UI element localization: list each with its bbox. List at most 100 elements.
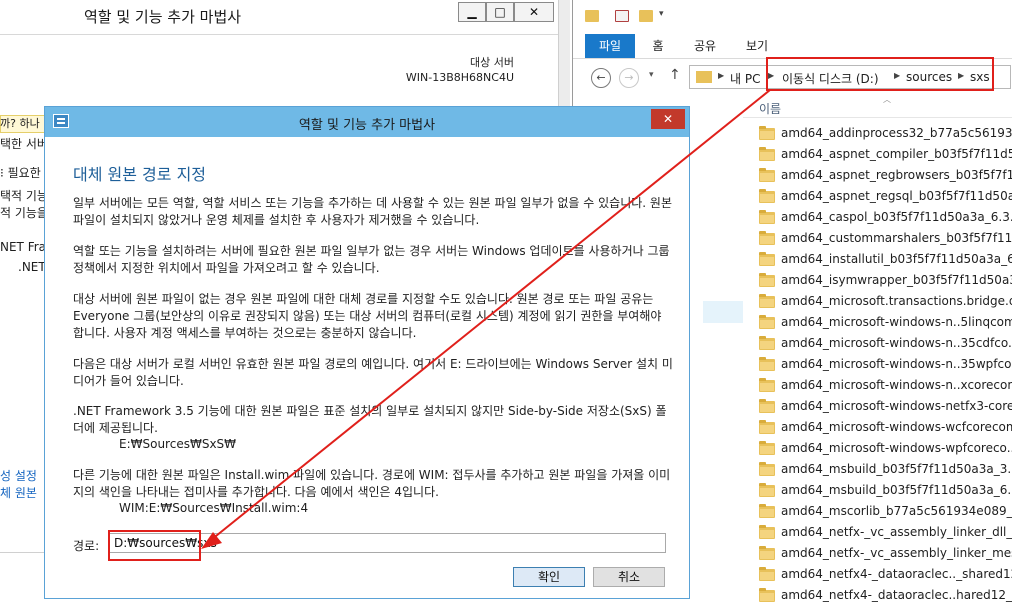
file-row[interactable]: amd64_caspol_b03f5f7f11d50a3a_6.3.9... bbox=[759, 208, 1012, 229]
bg-item-selected-server: 택한 서버 bbox=[0, 137, 48, 151]
file-row[interactable]: amd64_netfx-_vc_assembly_linker_dll_b0..… bbox=[759, 523, 1012, 544]
file-row[interactable]: amd64_netfx4-_dataoraclec.._shared12_... bbox=[759, 565, 1012, 586]
bg-wizard-title: 역할 및 기능 추가 마법사 bbox=[84, 8, 242, 26]
file-row[interactable]: amd64_installutil_b03f5f7f11d50a3a_6.... bbox=[759, 250, 1012, 271]
folder-icon bbox=[759, 168, 775, 182]
breadcrumb-this-pc[interactable]: 내 PC bbox=[730, 70, 760, 87]
path-input-highlight bbox=[108, 530, 201, 561]
folder-icon bbox=[759, 525, 775, 539]
file-name: amd64_microsoft.transactions.bridge.dt..… bbox=[781, 294, 1012, 308]
file-name: amd64_msbuild_b03f5f7f11d50a3a_6.3.... bbox=[781, 483, 1012, 497]
file-row[interactable]: amd64_aspnet_regsql_b03f5f7f11d50a3... bbox=[759, 187, 1012, 208]
file-name: amd64_custommarshalers_b03f5f7f11d... bbox=[781, 231, 1012, 245]
folder-icon bbox=[759, 546, 775, 560]
tab-home[interactable]: 홈 bbox=[643, 34, 673, 58]
file-name: amd64_mscorlib_b77a5c561934e089_6... bbox=[781, 504, 1012, 518]
navigation-pane-selection[interactable] bbox=[703, 301, 743, 323]
bg-item-required-label: 필요한 bbox=[7, 166, 41, 180]
ok-button[interactable]: 확인 bbox=[513, 567, 585, 587]
folder-icon bbox=[759, 504, 775, 518]
folder-icon bbox=[759, 399, 775, 413]
folder-icon bbox=[759, 189, 775, 203]
forward-button[interactable]: → bbox=[619, 68, 639, 88]
folder-icon bbox=[759, 462, 775, 476]
folder-icon bbox=[585, 10, 599, 22]
file-row[interactable]: amd64_netfx4-_dataoraclec..hared12_ne... bbox=[759, 586, 1012, 607]
folder-icon bbox=[759, 567, 775, 581]
dialog-title: 역할 및 기능 추가 마법사 bbox=[298, 118, 436, 133]
file-row[interactable]: amd64_isymwrapper_b03f5f7f11d50a3a_... bbox=[759, 271, 1012, 292]
file-name: amd64_isymwrapper_b03f5f7f11d50a3a_... bbox=[781, 273, 1012, 287]
close-button[interactable]: ✕ bbox=[514, 2, 554, 22]
folder-icon bbox=[759, 378, 775, 392]
cancel-button[interactable]: 취소 bbox=[593, 567, 665, 587]
folder-icon bbox=[759, 336, 775, 350]
bg-item-net: .NET bbox=[18, 260, 46, 274]
file-row[interactable]: amd64_custommarshalers_b03f5f7f11d... bbox=[759, 229, 1012, 250]
folder-icon bbox=[759, 273, 775, 287]
folder-icon bbox=[759, 441, 775, 455]
file-name: amd64_msbuild_b03f5f7f11d50a3a_3.5.... bbox=[781, 462, 1012, 476]
file-row[interactable]: amd64_microsoft-windows-n..35wpfco... bbox=[759, 355, 1012, 376]
folder-icon bbox=[759, 252, 775, 266]
file-list: amd64_addinprocess32_b77a5c561934... amd6… bbox=[759, 124, 1012, 607]
file-row[interactable]: amd64_aspnet_compiler_b03f5f7f11d50... bbox=[759, 145, 1012, 166]
file-name: amd64_microsoft-windows-wcfcorecom... bbox=[781, 420, 1012, 434]
file-row[interactable]: amd64_microsoft-windows-n..35cdfco... bbox=[759, 334, 1012, 355]
ribbon: 파일 홈 공유 보기 bbox=[573, 34, 1012, 58]
file-name: amd64_microsoft-windows-n..35cdfco... bbox=[781, 336, 1012, 350]
file-name: amd64_netfx-_vc_assembly_linker_dll_b0..… bbox=[781, 525, 1012, 539]
alternate-source-dialog: 역할 및 기능 추가 마법사 ✕ 대체 원본 경로 지정 일부 서버에는 모든 … bbox=[44, 106, 690, 599]
file-row[interactable]: amd64_microsoft-windows-n..xcorecom... bbox=[759, 376, 1012, 397]
folder-icon bbox=[759, 294, 775, 308]
maximize-button[interactable]: □ bbox=[486, 2, 514, 22]
file-name: amd64_aspnet_regbrowsers_b03f5f7f11... bbox=[781, 168, 1012, 182]
dialog-close-button[interactable]: ✕ bbox=[651, 109, 685, 129]
file-row[interactable]: amd64_microsoft-windows-wcfcorecom... bbox=[759, 418, 1012, 439]
tab-file[interactable]: 파일 bbox=[585, 34, 635, 58]
bg-link-alt-source[interactable]: 체 원본 bbox=[0, 484, 37, 501]
bg-item-required: ⁝ 필요한 bbox=[0, 166, 41, 180]
file-name: amd64_microsoft-windows-netfx3-core... bbox=[781, 399, 1012, 413]
file-row[interactable]: amd64_mscorlib_b77a5c561934e089_6... bbox=[759, 502, 1012, 523]
tab-view[interactable]: 보기 bbox=[737, 34, 777, 58]
file-name: amd64_netfx4-_dataoraclec..hared12_ne... bbox=[781, 588, 1012, 602]
tab-share[interactable]: 공유 bbox=[685, 34, 725, 58]
new-folder-icon[interactable] bbox=[639, 10, 653, 22]
column-header-name-label: 이름 bbox=[759, 102, 782, 116]
back-button[interactable]: ← bbox=[591, 68, 611, 88]
qat-dropdown-icon[interactable]: ▾ bbox=[659, 9, 664, 19]
file-row[interactable]: amd64_aspnet_regbrowsers_b03f5f7f11... bbox=[759, 166, 1012, 187]
file-row[interactable]: amd64_microsoft-windows-netfx3-core... bbox=[759, 397, 1012, 418]
dialog-titlebar: 역할 및 기능 추가 마법사 ✕ bbox=[45, 107, 689, 137]
file-row[interactable]: amd64_netfx-_vc_assembly_linker_mess... bbox=[759, 544, 1012, 565]
file-row[interactable]: amd64_microsoft.transactions.bridge.dt..… bbox=[759, 292, 1012, 313]
recent-locations-icon[interactable]: ▾ bbox=[649, 70, 654, 80]
folder-icon bbox=[759, 147, 775, 161]
file-row[interactable]: amd64_msbuild_b03f5f7f11d50a3a_6.3.... bbox=[759, 481, 1012, 502]
file-row[interactable]: amd64_microsoft-windows-n..5linqcom... bbox=[759, 313, 1012, 334]
paragraph-install-wim: 다른 기능에 대한 원본 파일은 Install.wim 파일에 있습니다. 경… bbox=[73, 468, 671, 499]
up-button[interactable]: ↑ bbox=[669, 67, 681, 83]
paragraph-windows-update: 역할 또는 기능을 설치하려는 서버에 필요한 원본 파일 일부가 없는 경우 … bbox=[73, 244, 670, 275]
folder-icon bbox=[759, 126, 775, 140]
folder-icon bbox=[759, 231, 775, 245]
folder-icon bbox=[759, 420, 775, 434]
file-name: amd64_netfx-_vc_assembly_linker_mess... bbox=[781, 546, 1012, 560]
warning-text: 까? 하나 bbox=[0, 117, 40, 130]
folder-icon bbox=[759, 588, 775, 602]
file-row[interactable]: amd64_msbuild_b03f5f7f11d50a3a_3.5.... bbox=[759, 460, 1012, 481]
path-label: 경로: bbox=[73, 539, 100, 553]
column-header-name[interactable]: 이름 bbox=[743, 98, 1012, 118]
file-name: amd64_netfx4-_dataoraclec.._shared12_... bbox=[781, 567, 1012, 581]
paragraph-netfx-sxs: .NET Framework 3.5 기능에 대한 원본 파일은 표준 설치의 … bbox=[73, 404, 667, 435]
paragraph-missing-files: 일부 서버에는 모든 역할, 역할 서비스 또는 기능을 추가하는 데 사용할 … bbox=[73, 196, 672, 227]
minimize-button[interactable]: ▁ bbox=[458, 2, 486, 22]
file-name: amd64_aspnet_compiler_b03f5f7f11d50... bbox=[781, 147, 1012, 161]
file-row[interactable]: amd64_microsoft-windows-wpfcoreco... bbox=[759, 439, 1012, 460]
file-row[interactable]: amd64_addinprocess32_b77a5c561934... bbox=[759, 124, 1012, 145]
properties-icon[interactable] bbox=[615, 10, 629, 22]
paragraph-alternate-path: 대상 서버에 원본 파일이 없는 경우 원본 파일에 대한 대체 경로를 지정할… bbox=[73, 292, 662, 340]
paragraph-example-intro: 다음은 대상 서버가 로컬 서버인 유효한 원본 파일 경로의 예입니다. 여기… bbox=[73, 357, 673, 388]
bg-link-config[interactable]: 성 설정 bbox=[0, 467, 37, 484]
